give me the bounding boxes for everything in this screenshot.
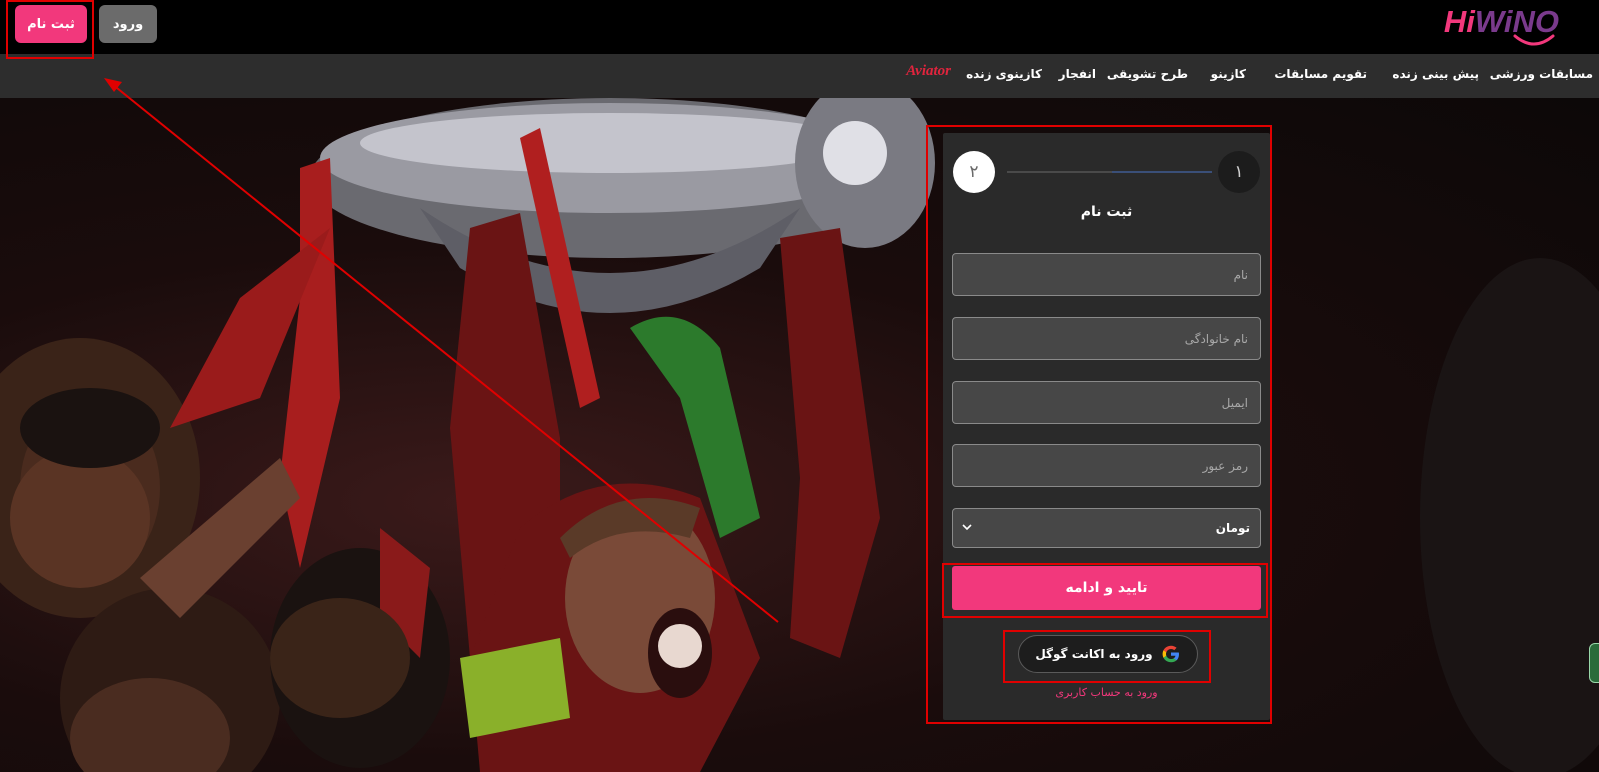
nav-live-betting[interactable]: پیش بینی زنده xyxy=(1392,67,1479,81)
nav-aviator[interactable]: Aviator xyxy=(906,63,951,80)
annotation-box-google xyxy=(1003,630,1211,683)
nav-calendar[interactable]: تقویم مسابقات xyxy=(1274,67,1367,81)
nav-crash[interactable]: انفجار xyxy=(1059,67,1096,81)
annotation-box-register xyxy=(6,0,94,59)
logo-smile-icon xyxy=(1513,34,1555,46)
top-bar: ثبت نام ورود HiWiNO xyxy=(0,0,1599,54)
side-chat-widget[interactable] xyxy=(1589,643,1599,683)
login-button[interactable]: ورود xyxy=(99,5,157,43)
nav-live-casino[interactable]: کازینوی زنده xyxy=(966,67,1042,81)
hero-image xyxy=(0,98,1599,772)
hero-illustration xyxy=(0,98,1599,772)
nav-promotions[interactable]: طرح تشویقی xyxy=(1107,67,1188,81)
nav-sports[interactable]: مسابقات ورزشی xyxy=(1490,67,1593,81)
nav-casino[interactable]: کازینو xyxy=(1211,67,1246,81)
annotation-box-submit xyxy=(942,563,1268,618)
hiwino-logo[interactable]: HiWiNO xyxy=(1419,4,1559,48)
main-nav: مسابقات ورزشی پیش بینی زنده تقویم مسابقا… xyxy=(0,54,1599,98)
